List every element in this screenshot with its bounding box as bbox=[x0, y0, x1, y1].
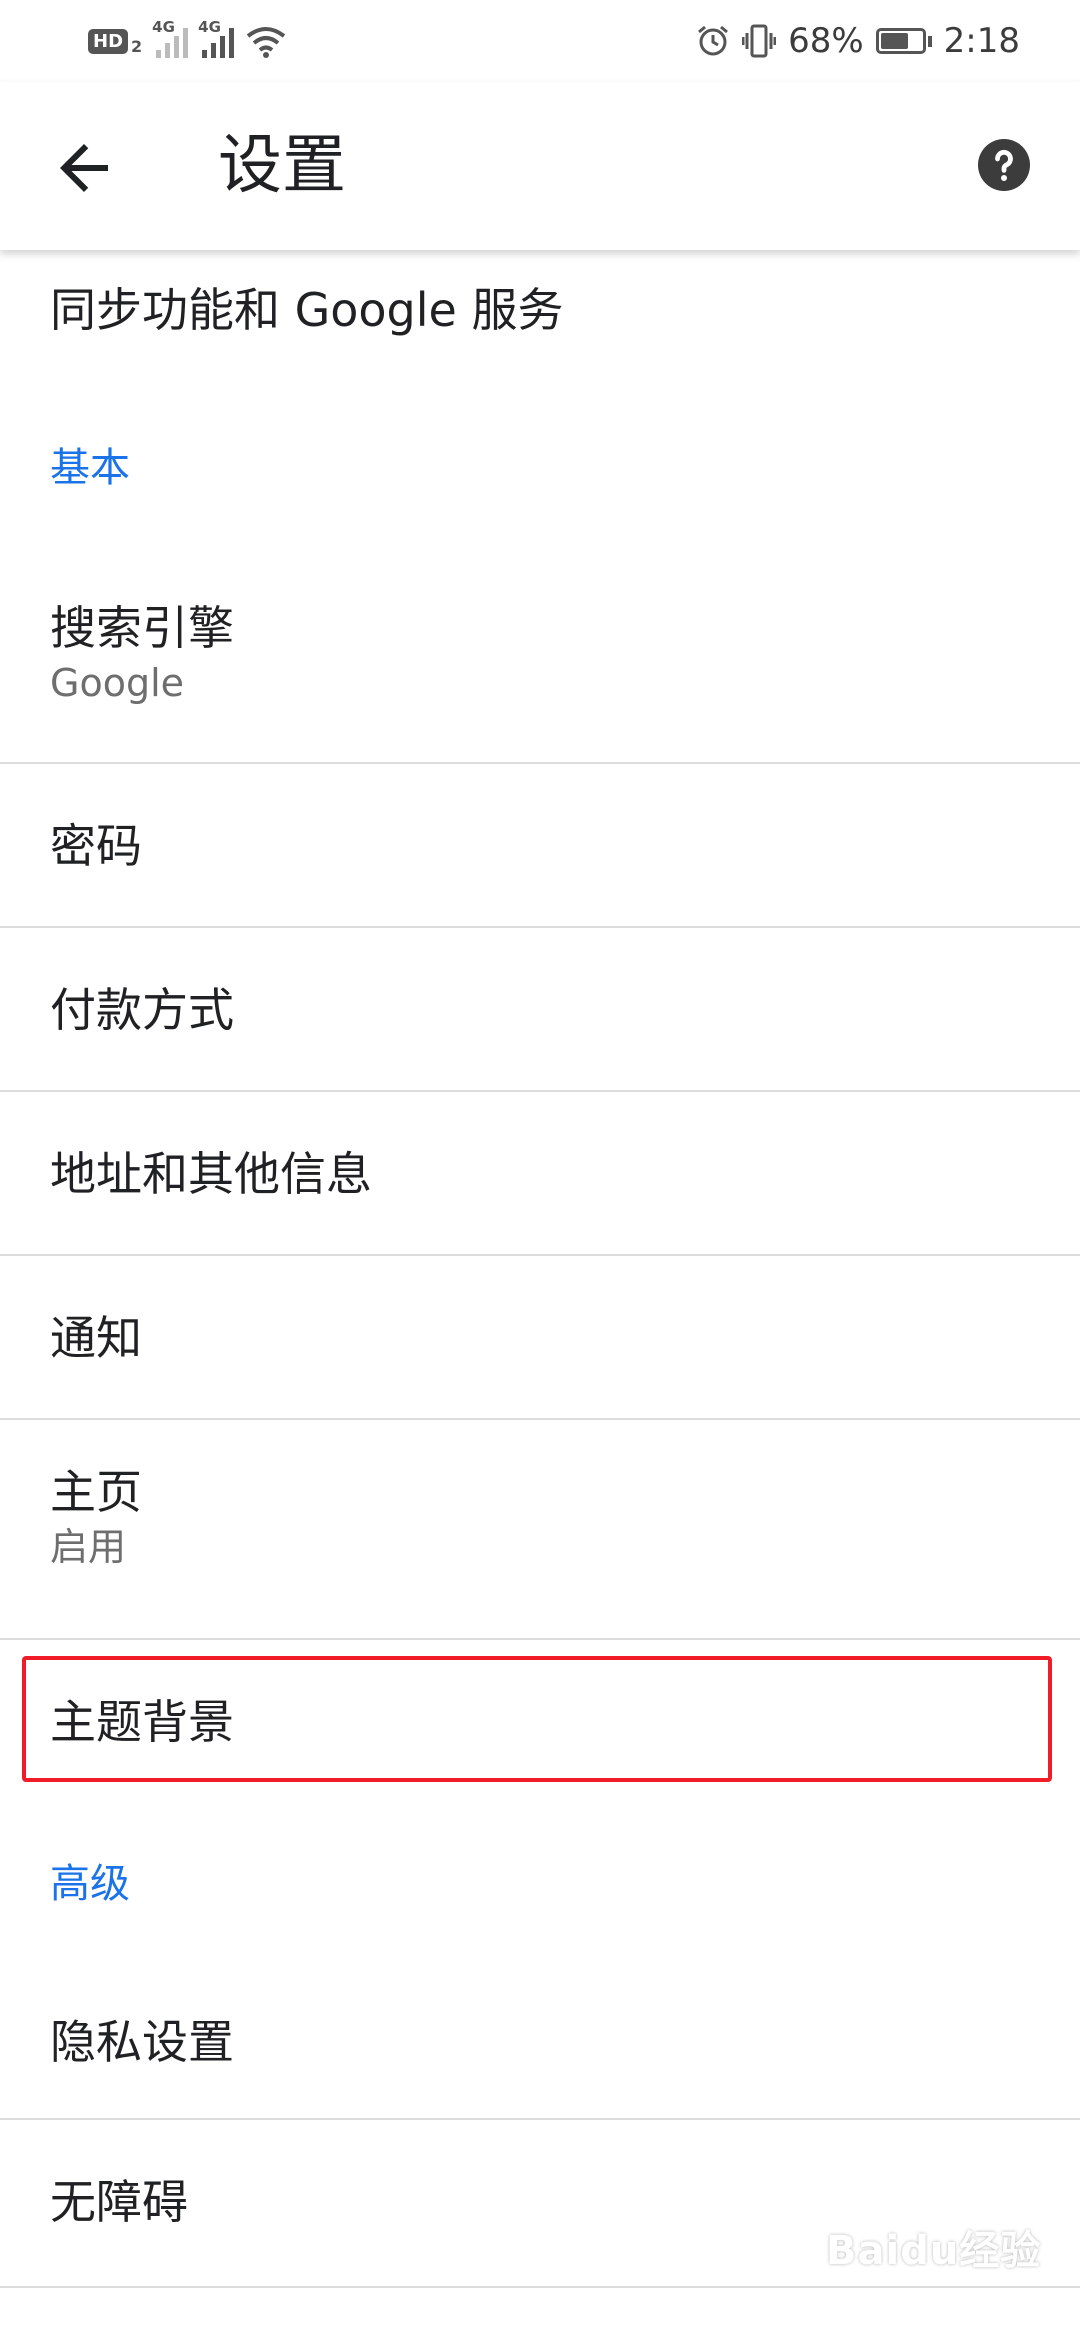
status-bar: HD 2 4G 4G 68% 2:18 bbox=[0, 0, 1080, 82]
help-circle-icon[interactable] bbox=[978, 139, 1030, 191]
battery-percent: 68% bbox=[788, 21, 864, 61]
section-header-basic: 基本 bbox=[50, 445, 130, 491]
alarm-icon bbox=[698, 25, 729, 56]
network-type-label: 4G bbox=[198, 18, 221, 36]
hd-icon: HD 2 bbox=[88, 27, 142, 56]
hd-label: HD bbox=[88, 28, 129, 54]
app-bar: 设置 bbox=[0, 82, 1080, 250]
signal-icon: 4G bbox=[198, 18, 235, 58]
highlight-box bbox=[22, 1656, 1052, 1782]
signal-icon: 4G bbox=[152, 18, 189, 58]
sim-label: 2 bbox=[131, 36, 143, 56]
vibrate-icon bbox=[742, 24, 777, 58]
list-item-passwords[interactable]: 密码 bbox=[0, 764, 1080, 928]
battery-icon bbox=[875, 28, 932, 54]
list-item-title: 搜索引擎 bbox=[50, 601, 234, 655]
wifi-icon bbox=[246, 27, 286, 58]
list-item-subtitle: Google bbox=[50, 661, 185, 705]
list-item-addresses[interactable]: 地址和其他信息 bbox=[0, 1092, 1080, 1256]
list-item-payment[interactable]: 付款方式 bbox=[0, 928, 1080, 1092]
status-left: HD 2 4G 4G bbox=[88, 18, 286, 58]
list-item-subtitle: 启用 bbox=[50, 1525, 127, 1569]
list-item-title: 地址和其他信息 bbox=[50, 1147, 372, 1201]
list-item-title: 主页 bbox=[50, 1465, 142, 1519]
list-item-title: 付款方式 bbox=[50, 983, 234, 1037]
list-item-homepage[interactable]: 主页 启用 bbox=[0, 1420, 1080, 1640]
list-item-title: 同步功能和 Google 服务 bbox=[50, 283, 564, 337]
network-type-label: 4G bbox=[152, 18, 175, 36]
list-item-title: 隐私设置 bbox=[50, 2015, 234, 2069]
list-item-search-engine[interactable]: 搜索引擎 Google bbox=[0, 562, 1080, 764]
list-item-title: 通知 bbox=[50, 1311, 142, 1365]
list-item-notifications[interactable]: 通知 bbox=[0, 1256, 1080, 1420]
watermark: Baidu经验 bbox=[826, 2228, 1042, 2274]
list-item-privacy[interactable]: 隐私设置 bbox=[0, 1960, 1080, 2120]
status-right: 68% 2:18 bbox=[696, 21, 1020, 61]
page-title: 设置 bbox=[218, 129, 346, 203]
section-header-advanced: 高级 bbox=[50, 1861, 130, 1907]
arrow-left-icon[interactable] bbox=[48, 132, 120, 204]
list-item-title: 密码 bbox=[50, 819, 142, 873]
list-item-sync[interactable]: 同步功能和 Google 服务 bbox=[0, 250, 1080, 380]
clock: 2:18 bbox=[943, 21, 1020, 61]
